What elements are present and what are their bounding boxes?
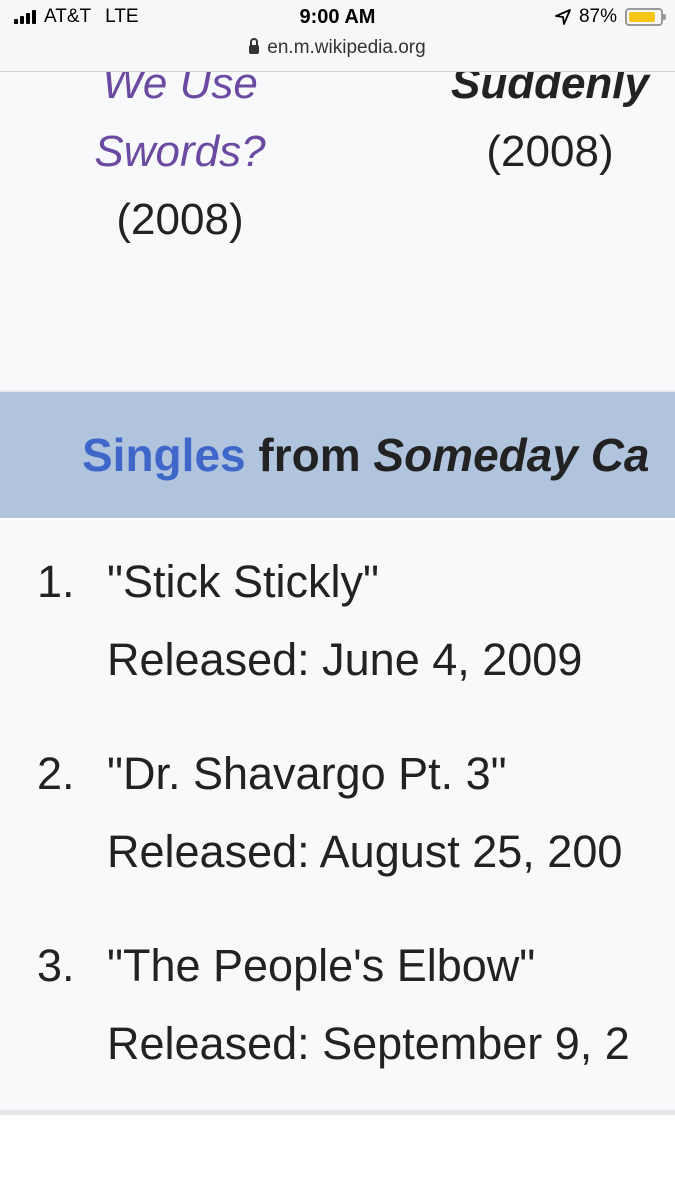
address-bar[interactable]: en.m.wikipedia.org bbox=[0, 37, 675, 59]
status-right: 87% bbox=[555, 6, 666, 28]
location-arrow-icon bbox=[555, 9, 571, 25]
single-release-date: Released: September 9, 2 bbox=[107, 1018, 630, 1069]
album-we-use-swords: We Use Swords? (2008) bbox=[40, 50, 320, 255]
single-number: 1. bbox=[37, 556, 75, 607]
single-title: "Stick Stickly" bbox=[107, 556, 379, 607]
album-year: (2008) bbox=[486, 127, 614, 177]
singles-header: Singles from Someday Ca bbox=[0, 390, 675, 518]
singles-list: 1. "Stick Stickly" Released: June 4, 200… bbox=[0, 520, 675, 1115]
album-year: (2008) bbox=[116, 195, 244, 245]
section-spacer bbox=[0, 340, 675, 390]
singles-link[interactable]: Singles bbox=[82, 429, 246, 481]
single-number: 3. bbox=[37, 940, 75, 991]
albums-row: We Use Swords? (2008) Suddenly (2008) bbox=[0, 59, 675, 342]
singles-header-album: Someday Ca bbox=[373, 429, 650, 481]
single-release-date: Released: June 4, 2009 bbox=[107, 634, 583, 685]
single-title: "Dr. Shavargo Pt. 3" bbox=[107, 748, 507, 799]
url-text: en.m.wikipedia.org bbox=[267, 37, 426, 58]
single-release-date: Released: August 25, 200 bbox=[107, 826, 623, 877]
singles-header-from: from bbox=[245, 429, 374, 481]
battery-percent: 87% bbox=[578, 6, 617, 27]
battery-icon bbox=[625, 8, 666, 26]
album-title-link-line2[interactable]: Swords? bbox=[40, 118, 320, 186]
single-title: "The People's Elbow" bbox=[107, 940, 536, 991]
single-number: 2. bbox=[37, 748, 75, 799]
lock-icon bbox=[249, 38, 260, 54]
status-bar: AT&T LTE 9:00 AM 87% en.m.wikipedia.org bbox=[0, 0, 675, 72]
